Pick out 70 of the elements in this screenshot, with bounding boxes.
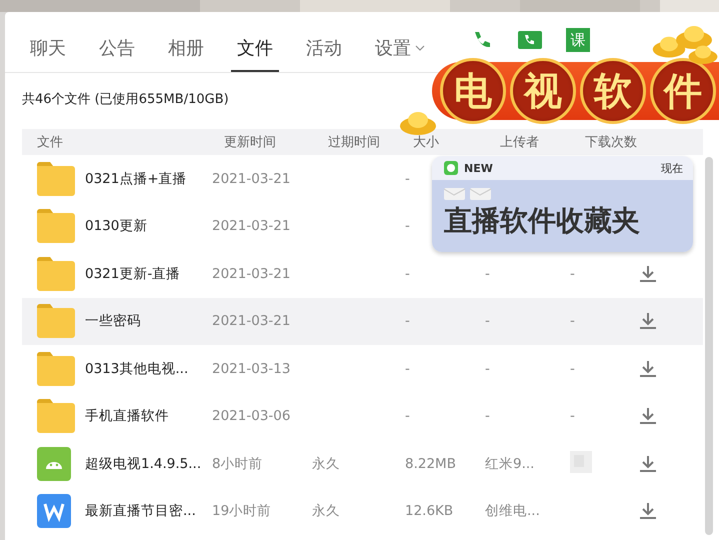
table-cell: -	[405, 408, 410, 424]
file-name: 0321更新-直播	[84, 264, 182, 283]
table-cell: -	[485, 360, 490, 377]
scrollbar[interactable]	[705, 157, 713, 535]
column-header: 下载次数	[584, 134, 637, 151]
android-icon	[37, 446, 71, 481]
tab[interactable]: 设置	[369, 36, 431, 72]
table-cell: 永久	[312, 503, 340, 520]
app-name: NEW	[464, 162, 493, 174]
tab[interactable]: 公告	[93, 36, 141, 72]
table-cell: -	[405, 170, 410, 187]
folder-icon	[37, 162, 75, 196]
tab[interactable]: 相册	[162, 36, 210, 72]
table-cell: 创维电...	[485, 503, 540, 520]
envelopes-icon	[444, 188, 492, 200]
banner-character: 电	[440, 58, 506, 124]
banner-character: 视	[510, 58, 576, 124]
table-cell: -	[485, 313, 490, 330]
file-name: 0130更新	[84, 217, 148, 236]
folder-icon	[37, 352, 75, 386]
tab[interactable]: 文件	[231, 36, 279, 72]
column-header: 大小	[412, 134, 439, 151]
table-cell: -	[570, 266, 575, 282]
tab[interactable]: 活动	[300, 36, 348, 72]
column-header: 更新时间	[223, 134, 276, 151]
table-cell-text: 2021-03-21	[212, 313, 292, 330]
table-cell: -	[405, 218, 410, 234]
column-header: 文件	[36, 134, 63, 151]
document-icon	[37, 494, 71, 528]
column-header: 过期时间	[327, 134, 380, 151]
table-cell-text: 2021-03-21	[212, 218, 292, 234]
table-cell: -	[405, 360, 410, 377]
file-name: 最新直播节目密...	[84, 502, 197, 520]
table-cell: -	[485, 408, 490, 424]
table-cell-text: 2021-03-06	[212, 408, 292, 424]
table-cell: -	[570, 360, 575, 377]
chevron-icon	[415, 45, 425, 51]
table-cell: -	[405, 313, 410, 330]
folder-icon	[37, 304, 75, 338]
table-cell: -	[570, 408, 575, 424]
table-cell: -	[485, 266, 490, 282]
table-cell: 永久	[312, 456, 340, 472]
table-cell-text: 8小时前	[212, 454, 264, 473]
table-cell-text: 2021-03-21	[212, 266, 292, 282]
file-summary: 共46个文件 (已使用655MB/10GB)	[22, 91, 229, 108]
file-name: 超级电视1.4.9.5...	[84, 454, 202, 473]
folder-icon	[37, 399, 75, 434]
notification-time: 现在	[661, 160, 683, 176]
notification-message: 直播软件收藏夹	[444, 203, 641, 239]
banner-character: 软	[580, 58, 646, 124]
table-cell-text: 2021-03-21	[212, 170, 292, 187]
table-cell: 8.22MB	[405, 456, 456, 472]
column-header: 上传者	[499, 134, 539, 151]
tab[interactable]: 聊天	[24, 36, 72, 72]
video-call-icon[interactable]	[518, 28, 542, 52]
table-cell: -	[570, 313, 575, 330]
folder-icon	[37, 256, 75, 291]
table-cell-text: 19小时前	[212, 502, 272, 520]
message-icon	[444, 161, 458, 175]
table-cell: 12.6KB	[405, 503, 454, 520]
file-name: 一些密码	[84, 312, 142, 330]
folder-icon	[37, 209, 75, 244]
table-cell-text: 2021-03-13	[212, 360, 292, 377]
file-row[interactable]: 一些密码 2021-03-21 - - -	[22, 298, 703, 345]
file-name: 0321点播+直播	[84, 170, 188, 188]
file-name: 手机直播软件	[84, 407, 170, 426]
file-name: 0313其他电视...	[84, 360, 190, 378]
table-cell: -	[405, 266, 410, 282]
table-cell: 红米9...	[485, 456, 534, 472]
banner-character: 件	[650, 58, 716, 124]
